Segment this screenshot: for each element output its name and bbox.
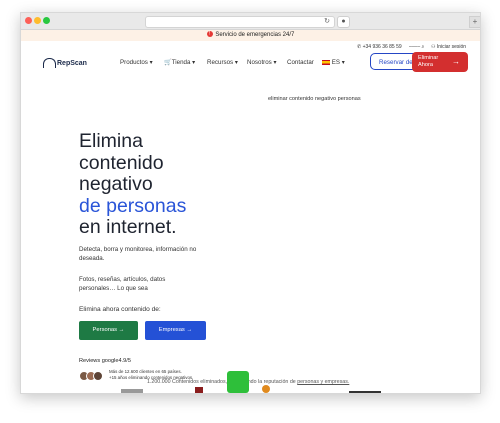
press-logos-strip xyxy=(81,371,441,393)
elimina-label: Elimina ahora contenido de: xyxy=(79,306,161,313)
browser-titlebar: ↻ ● + xyxy=(21,13,480,30)
new-tab-button[interactable]: + xyxy=(469,16,480,28)
emergency-text: Servicio de emergencias 24/7 xyxy=(215,32,295,38)
extension-icon[interactable]: ● xyxy=(337,16,350,28)
search-toggle[interactable]: ‒‒‒‒ ⌕ xyxy=(409,43,424,51)
chevron-down-icon: ▾ xyxy=(149,59,153,66)
brand-name: RepScan xyxy=(57,59,87,67)
press-logo xyxy=(121,389,143,393)
arrow-right-icon: → xyxy=(452,57,460,66)
nav-contactar[interactable]: Contactar xyxy=(287,57,314,69)
hero-title-line: negativo xyxy=(79,173,153,195)
press-logo xyxy=(195,387,203,393)
hero-desc-line: personales… Lo que sea xyxy=(79,285,148,293)
nav-language[interactable]: ES ▾ xyxy=(322,57,345,69)
nav-recursos[interactable]: Recursos ▾ xyxy=(207,57,238,69)
eliminar-ahora-button[interactable]: Eliminar Ahora → xyxy=(412,52,468,72)
search-icon: ‒‒‒‒ ⌕ xyxy=(409,44,425,50)
hero-desc-line: Detecta, borra y monitorea, información … xyxy=(79,246,197,253)
hero-description: Detecta, borra y monitorea, información … xyxy=(79,245,219,263)
chevron-down-icon: ▾ xyxy=(192,59,196,66)
hero-title-highlight: de personas xyxy=(79,194,187,217)
spain-flag-icon xyxy=(322,59,330,65)
user-icon: ⚇ xyxy=(431,44,436,50)
address-bar[interactable]: ↻ xyxy=(145,16,335,28)
press-logo xyxy=(349,391,381,393)
press-logo xyxy=(227,371,249,393)
press-logo xyxy=(262,385,270,393)
brand-logo[interactable]: RepScan xyxy=(43,58,87,68)
hero-title-line: contenido xyxy=(79,151,164,174)
hero-desc-line: deseada. xyxy=(79,255,105,263)
nav-productos[interactable]: Productos ▾ xyxy=(120,57,153,69)
nav-nosotros[interactable]: Nosotros ▾ xyxy=(247,57,277,69)
clients-line: Más de 12.600 clientes en 65 países. xyxy=(109,369,182,374)
logo-mark-icon xyxy=(43,58,56,68)
maximize-window-button[interactable] xyxy=(43,17,50,24)
close-window-button[interactable] xyxy=(25,17,32,24)
eliminar-label-line2: Ahora xyxy=(418,62,433,68)
personas-button[interactable]: Personas → xyxy=(79,321,138,340)
alert-icon: ! xyxy=(206,31,213,38)
nav-tienda-label: Tienda xyxy=(171,59,191,66)
hero-title-line: Elimina xyxy=(79,130,143,152)
phone-link[interactable]: ✆ +34 936 36 85 59 xyxy=(357,43,402,51)
login-link[interactable]: ⚇ Iniciar sesión xyxy=(431,43,466,51)
eliminar-label-line1: Eliminar xyxy=(418,55,439,61)
client-avatars xyxy=(79,371,107,381)
minimize-window-button[interactable] xyxy=(34,17,41,24)
nav-productos-label: Productos xyxy=(120,59,148,66)
nav-recursos-label: Recursos xyxy=(207,59,234,66)
nav-nosotros-label: Nosotros xyxy=(247,59,272,66)
chevron-down-icon: ▾ xyxy=(234,59,238,66)
chevron-down-icon: ▾ xyxy=(341,59,345,66)
nav-contactar-label: Contactar xyxy=(287,59,314,66)
cart-icon: 🛒 xyxy=(164,59,172,66)
hero-desc-line: Fotos, reseñas, artículos, datos xyxy=(79,276,166,283)
browser-window: ↻ ● + ! Servicio de emergencias 24/7 ✆ +… xyxy=(20,12,481,394)
hero-description-2: Fotos, reseñas, artículos, datos persona… xyxy=(79,275,219,293)
hero-title: Elimina contenido negativo de personas e… xyxy=(79,130,187,239)
emergency-banner[interactable]: ! Servicio de emergencias 24/7 xyxy=(21,30,480,41)
phone-number: +34 936 36 85 59 xyxy=(362,44,402,50)
empresas-button[interactable]: Empresas → xyxy=(145,321,206,340)
rotating-keyword: eliminar contenido negativo personas xyxy=(268,96,361,102)
nav-tienda[interactable]: 🛒Tienda ▾ xyxy=(164,57,195,69)
reload-icon[interactable]: ↻ xyxy=(324,17,330,27)
reviews-rating: Reviews google4.9/5 xyxy=(79,358,131,364)
phone-icon: ✆ xyxy=(357,44,362,50)
login-label: Iniciar sesión xyxy=(436,44,467,50)
chevron-down-icon: ▾ xyxy=(273,59,277,66)
avatar xyxy=(93,371,103,381)
nav-language-label: ES xyxy=(331,59,340,66)
hero-title-line: en internet. xyxy=(79,216,177,238)
